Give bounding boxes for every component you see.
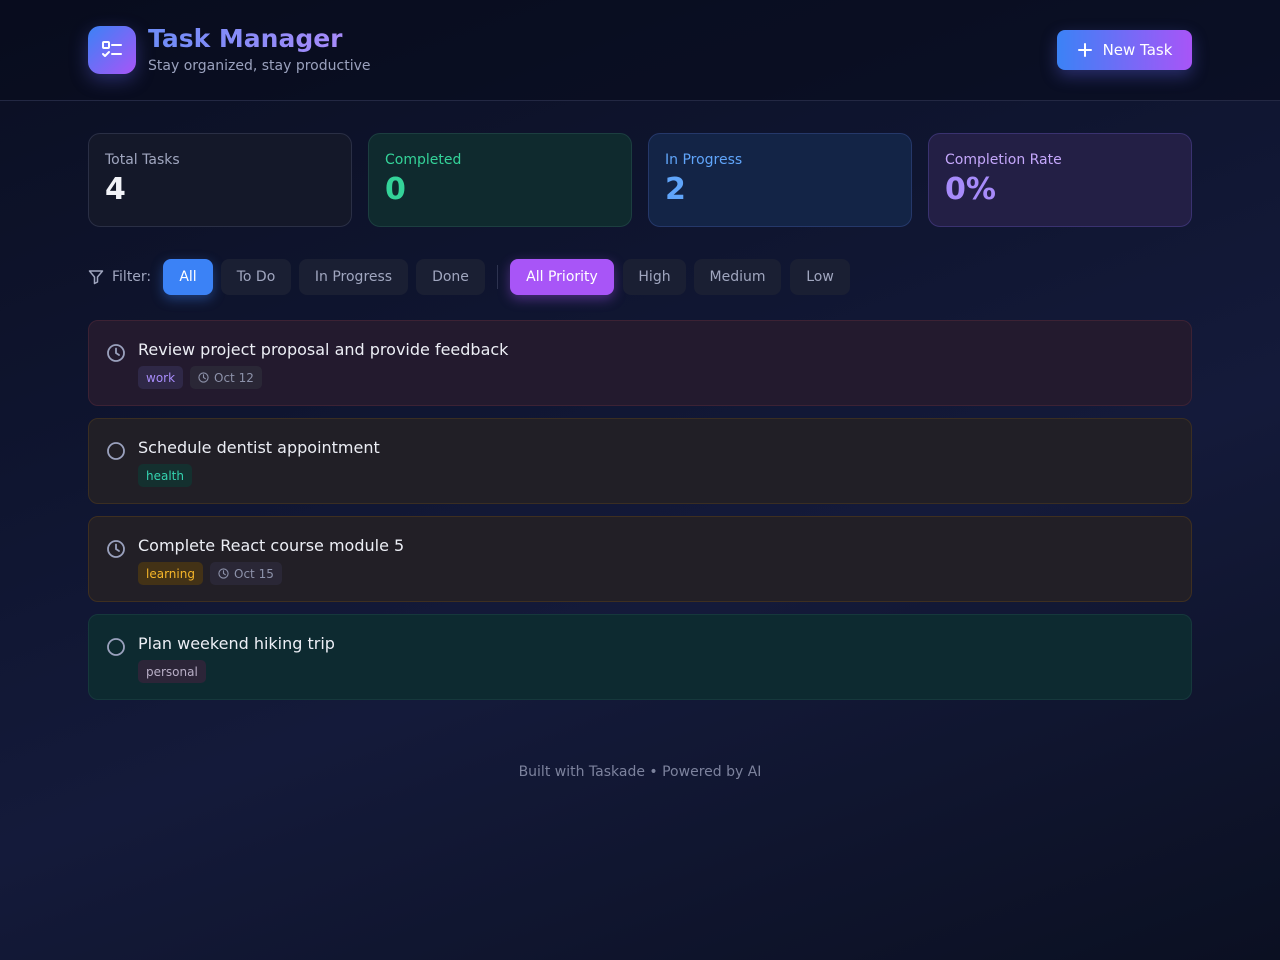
filter-priority-all[interactable]: All Priority xyxy=(510,259,614,295)
stat-label: Completed xyxy=(385,152,462,168)
stat-label: In Progress xyxy=(665,152,743,168)
clock-icon xyxy=(198,372,209,383)
filter-priority-low[interactable]: Low xyxy=(790,259,850,295)
stat-label: Completion Rate xyxy=(945,152,1062,168)
circle-icon[interactable] xyxy=(106,441,126,461)
clock-icon[interactable] xyxy=(106,343,126,363)
task-item[interactable]: Plan weekend hiking trip personal xyxy=(88,614,1192,700)
filter-status-done[interactable]: Done xyxy=(416,259,485,295)
filter-priority-medium[interactable]: Medium xyxy=(694,259,781,295)
clock-icon xyxy=(218,568,229,579)
task-item[interactable]: Complete React course module 5 learning … xyxy=(88,516,1192,602)
stat-value: 4 xyxy=(105,172,126,207)
filter-status-todo[interactable]: To Do xyxy=(221,259,291,295)
task-tag: work xyxy=(138,366,184,389)
task-item[interactable]: Schedule dentist appointment health xyxy=(88,418,1192,504)
clock-icon[interactable] xyxy=(106,539,126,559)
circle-icon[interactable] xyxy=(106,637,126,657)
task-tag: personal xyxy=(138,660,206,683)
filter-status-in-progress[interactable]: In Progress xyxy=(299,259,408,295)
stat-card-completed: Completed 0 xyxy=(368,133,632,227)
new-task-button[interactable]: New Task xyxy=(1057,30,1192,70)
stat-card-in-progress: In Progress 2 xyxy=(648,133,912,227)
task-due-date: Oct 15 xyxy=(210,562,282,585)
task-title: Complete React course module 5 xyxy=(138,536,405,555)
filter-icon xyxy=(88,270,104,285)
task-due-date-label: Oct 12 xyxy=(214,370,254,385)
app-header: Task Manager Stay organized, stay produc… xyxy=(0,0,1280,101)
filter-divider xyxy=(497,265,498,289)
task-due-date: Oct 12 xyxy=(190,366,262,389)
task-title: Plan weekend hiking trip xyxy=(138,634,335,653)
stat-value: 0% xyxy=(945,172,996,207)
footer-text: Built with Taskade • Powered by AI xyxy=(518,764,762,780)
task-item[interactable]: Review project proposal and provide feed… xyxy=(88,320,1192,406)
filter-bar: Filter: All To Do In Progress Done All P… xyxy=(88,259,1192,295)
stat-value: 2 xyxy=(665,172,686,207)
filter-priority-high[interactable]: High xyxy=(623,259,686,295)
plus-icon xyxy=(1077,43,1092,57)
task-list-icon xyxy=(88,26,136,74)
task-due-date-label: Oct 15 xyxy=(234,566,274,581)
app-title: Task Manager xyxy=(148,24,343,53)
task-title: Schedule dentist appointment xyxy=(138,438,380,457)
filter-status-all[interactable]: All xyxy=(163,259,213,295)
stat-card-completion-rate: Completion Rate 0% xyxy=(928,133,1192,227)
filter-label: Filter: xyxy=(112,269,152,285)
app-subtitle: Stay organized, stay productive xyxy=(148,58,371,74)
stat-label: Total Tasks xyxy=(105,152,180,168)
new-task-label: New Task xyxy=(1102,41,1173,59)
task-title: Review project proposal and provide feed… xyxy=(138,340,509,359)
stat-card-total-tasks: Total Tasks 4 xyxy=(88,133,352,227)
stat-value: 0 xyxy=(385,172,406,207)
task-tag: health xyxy=(138,464,192,487)
task-tag: learning xyxy=(138,562,203,585)
